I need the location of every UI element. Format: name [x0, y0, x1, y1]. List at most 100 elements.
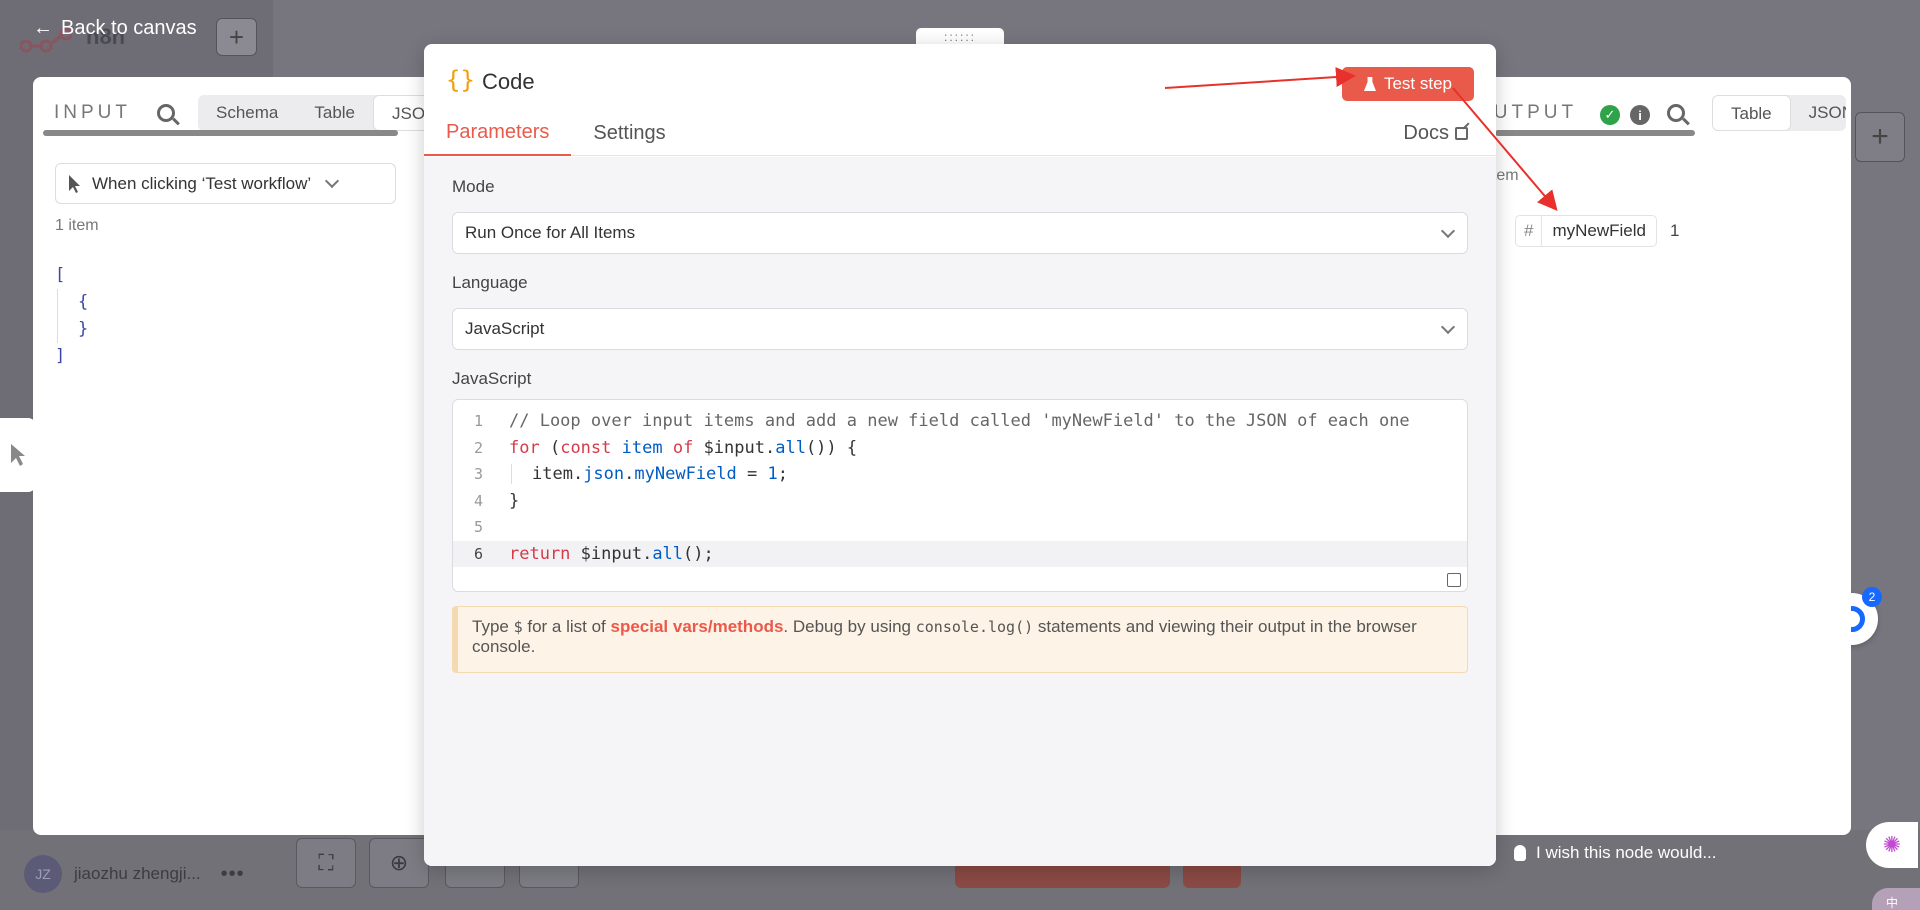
schema-field[interactable]: # myNewField [1515, 215, 1657, 247]
fit-view-button[interactable]: ⛶ [296, 838, 356, 888]
mode-select[interactable]: Run Once for All Items [452, 212, 1468, 254]
json-brace-open: { [78, 292, 89, 312]
notice-text: . Debug by using [783, 617, 916, 636]
code-icon: {} [446, 66, 475, 94]
notice-text: Type [472, 617, 514, 636]
code-line[interactable]: 3 item.json.myNewField = 1; [453, 461, 1467, 488]
tab-json[interactable]: JSON [1791, 95, 1846, 131]
parameters-panel: Mode Run Once for All Items Language Jav… [424, 157, 1496, 866]
lightbulb-icon [1514, 845, 1526, 861]
add-node-button[interactable]: + [1855, 112, 1905, 162]
success-check-icon: ✓ [1600, 105, 1620, 125]
modal-header: {} Code Test step Parameters Settings Do… [424, 44, 1496, 156]
code-line[interactable]: 1 // Loop over input items and add a new… [453, 408, 1467, 435]
line-number: 5 [473, 518, 483, 537]
json-brace-close: } [78, 319, 89, 339]
input-view-tabs: Schema Table JSON [198, 95, 460, 131]
resize-handle-icon[interactable] [1447, 573, 1461, 587]
notification-badge: 2 [1862, 587, 1882, 607]
code-text: for (const item of $input.all()) { [509, 437, 858, 458]
ai-assistant-button[interactable]: ✺ [1866, 822, 1918, 868]
add-workflow-button[interactable]: + [216, 18, 257, 56]
tab-parameters[interactable]: Parameters [424, 110, 572, 156]
tab-schema[interactable]: Schema [198, 95, 296, 131]
special-vars-link[interactable]: special vars/methods [611, 617, 784, 636]
json-bracket-close: ] [55, 346, 66, 366]
output-items-count: 1 item [1495, 167, 1555, 185]
line-number: 4 [473, 491, 483, 510]
code-editor[interactable]: 1 // Loop over input items and add a new… [452, 399, 1468, 592]
user-menu[interactable]: JZ jiaozhu zhengji... ••• [24, 855, 245, 893]
line-number: 6 [473, 544, 483, 563]
user-name: jiaozhu zhengji... [74, 864, 201, 883]
code-hint-notice: Type $ for a list of special vars/method… [452, 606, 1468, 673]
search-icon[interactable] [1667, 104, 1685, 122]
language-label: Language [452, 273, 528, 292]
back-to-canvas-link[interactable]: ← Back to canvas [33, 17, 197, 40]
fullscreen-icon: ⛶ [318, 850, 334, 875]
more-options-icon[interactable]: ••• [221, 863, 245, 886]
search-icon[interactable] [157, 104, 175, 122]
mode-label: Mode [452, 177, 495, 196]
line-number: 1 [473, 412, 483, 431]
pointer-tool-button[interactable] [0, 418, 36, 492]
notice-code: console.log() [915, 618, 1034, 636]
tab-table[interactable]: Table [296, 95, 373, 131]
tab-table[interactable]: Table [1712, 95, 1791, 131]
code-text: } [509, 490, 520, 511]
input-panel-title: INPUT [54, 102, 131, 123]
test-step-button[interactable]: Test step [1342, 67, 1474, 101]
language-badge[interactable]: 中 [1872, 888, 1920, 910]
zoom-in-button[interactable]: ⊕ [369, 838, 429, 888]
code-node-modal: {} Code Test step Parameters Settings Do… [424, 44, 1496, 866]
code-text: return $input.all(); [509, 543, 714, 564]
tab-settings[interactable]: Settings [571, 110, 687, 156]
horizontal-scrollbar[interactable] [43, 130, 398, 136]
output-panel-title: OUTPUT [1495, 102, 1585, 124]
json-object: { } [57, 289, 88, 343]
number-type-icon: # [1516, 216, 1543, 246]
line-number: 3 [473, 465, 483, 484]
input-items-count: 1 item [55, 217, 99, 234]
back-to-canvas-label: Back to canvas [61, 17, 197, 39]
line-number: 2 [473, 438, 483, 457]
test-step-label: Test step [1383, 74, 1453, 93]
arrow-left-icon: ← [33, 17, 53, 39]
code-line[interactable]: 5 [453, 514, 1467, 541]
field-value: 1 [1670, 221, 1680, 240]
flask-icon [1363, 77, 1376, 91]
code-line[interactable]: 2 for (const item of $input.all()) { [453, 435, 1467, 462]
code-text: // Loop over input items and add a new f… [509, 411, 1410, 432]
input-node-select-value: When clicking ‘Test workflow’ [92, 173, 312, 193]
cursor-icon [69, 174, 80, 193]
cursor-icon [11, 444, 25, 466]
json-bracket-open: [ [55, 265, 66, 285]
external-link-icon [1455, 127, 1468, 140]
output-title-text: OUTPUT [1495, 102, 1578, 123]
mode-select-value: Run Once for All Items [465, 223, 636, 242]
json-viewer: [ { } ] [55, 262, 88, 370]
node-title[interactable]: Code [482, 69, 535, 95]
input-panel: INPUT Schema Table JSON When clicking ‘T… [33, 77, 460, 835]
docs-link[interactable]: Docs [1403, 122, 1468, 145]
zoom-in-icon: ⊕ [389, 850, 409, 875]
horizontal-scrollbar[interactable] [1495, 130, 1695, 136]
feedback-link[interactable]: I wish this node would... [1514, 843, 1716, 863]
output-view-tabs: Table JSON [1712, 95, 1846, 131]
chevron-down-icon [1440, 223, 1456, 239]
input-node-select[interactable]: When clicking ‘Test workflow’ [55, 163, 396, 204]
code-line-active[interactable]: 6 return $input.all(); [453, 540, 1467, 567]
code-line[interactable]: 4 } [453, 488, 1467, 515]
notice-code: $ [513, 618, 523, 636]
field-name: myNewField [1552, 221, 1646, 240]
editor-label: JavaScript [452, 369, 532, 388]
node-tabs: Parameters Settings [424, 110, 1496, 156]
notice-text: for a list of [522, 617, 611, 636]
chevron-down-icon [1440, 319, 1456, 335]
language-select[interactable]: JavaScript [452, 308, 1468, 350]
chevron-down-icon [325, 173, 340, 188]
output-items-text: 1 item [1495, 167, 1519, 184]
info-icon[interactable]: i [1630, 105, 1650, 125]
docs-label: Docs [1403, 122, 1449, 144]
feedback-label: I wish this node would... [1536, 843, 1717, 862]
